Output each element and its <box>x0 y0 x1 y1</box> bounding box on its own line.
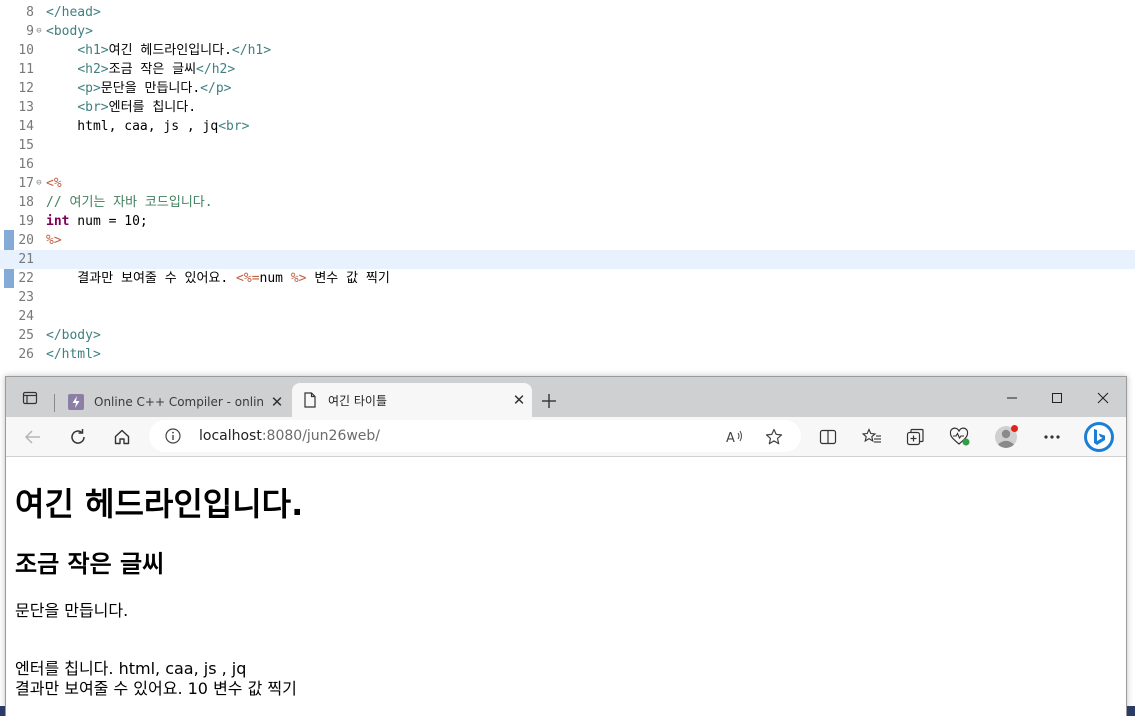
code-line[interactable]: 9 ⊖ <body> <box>0 22 1135 41</box>
fold-toggle-icon[interactable]: ⊖ <box>34 22 44 41</box>
code-line[interactable]: 10 <h1>여긴 헤드라인입니다.</h1> <box>0 41 1135 60</box>
url-host: localhost <box>199 428 262 444</box>
taskbar-edge <box>1127 706 1135 716</box>
code-line[interactable]: 15 <box>0 136 1135 155</box>
code-text: <h1>여긴 헤드라인입니다.</h1> <box>77 43 272 58</box>
url-path: :8080/jun26web/ <box>261 428 381 444</box>
more-options-icon[interactable] <box>1038 423 1066 451</box>
code-line[interactable]: 14 html, caa, js , jq<br> <box>0 117 1135 136</box>
code-line[interactable]: 16 <box>0 155 1135 174</box>
line-number: 18 <box>18 195 34 210</box>
code-text: </head> <box>46 5 101 20</box>
code-text: </body> <box>46 328 101 343</box>
code-text: html, caa, js , jq<br> <box>46 119 250 134</box>
line-number: 26 <box>18 347 34 362</box>
new-tab-button[interactable] <box>536 388 562 414</box>
page-heading-h2: 조금 작은 글씨 <box>15 550 165 578</box>
tab-actions-icon[interactable] <box>16 386 44 410</box>
code-text: int num = 10; <box>46 214 148 229</box>
document-icon <box>302 392 318 408</box>
line-number: 25 <box>18 328 34 343</box>
profile-avatar[interactable] <box>992 423 1020 451</box>
lightning-icon <box>68 393 84 410</box>
code-line[interactable]: 26 </html> <box>0 345 1135 364</box>
read-aloud-icon[interactable]: A <box>724 426 746 448</box>
tab-separator <box>54 394 55 412</box>
code-line[interactable]: 8 </head> <box>0 3 1135 22</box>
collections-icon[interactable] <box>902 423 930 451</box>
back-button[interactable] <box>18 422 48 452</box>
browser-essentials-icon[interactable] <box>946 423 974 451</box>
line-number: 11 <box>18 62 34 77</box>
tab-title: 여긴 타이틀 <box>328 393 388 408</box>
code-line[interactable]: 13 <br>엔터를 칩니다. <box>0 98 1135 117</box>
code-line[interactable]: 21 <box>0 250 1135 269</box>
line-number: 24 <box>18 309 34 324</box>
line-number: 20 <box>18 233 34 248</box>
line-number: 17 <box>18 176 34 191</box>
maximize-button[interactable] <box>1035 383 1079 413</box>
tab-current-page[interactable]: 여긴 타이틀 ✕ <box>292 383 532 417</box>
url-text[interactable]: localhost:8080/jun26web/ <box>199 427 380 445</box>
code-text: <br>엔터를 칩니다. <box>77 100 197 115</box>
line-number: 19 <box>18 214 34 229</box>
home-button[interactable] <box>107 422 137 452</box>
code-line[interactable]: 18 // 여기는 자바 코드입니다. <box>0 193 1135 212</box>
code-line[interactable]: 12 <p>문단을 만듭니다.</p> <box>0 79 1135 98</box>
code-text: <h2>조금 작은 글씨</h2> <box>77 62 236 77</box>
page-viewport: 여긴 헤드라인입니다. 조금 작은 글씨 문단을 만듭니다. 엔터를 칩니다. … <box>6 457 1126 716</box>
address-bar[interactable]: localhost:8080/jun26web/ A <box>149 420 801 452</box>
line-number: 12 <box>18 81 34 96</box>
code-line[interactable]: 23 <box>0 288 1135 307</box>
favorite-star-icon[interactable] <box>763 426 785 448</box>
code-line[interactable]: 17 ⊖ <% <box>0 174 1135 193</box>
code-text: <body> <box>46 24 93 39</box>
page-heading-h1: 여긴 헤드라인입니다. <box>15 485 304 523</box>
tab-online-compiler[interactable]: Online C++ Compiler - online ed ✕ <box>58 386 290 417</box>
line-number: 10 <box>18 43 34 58</box>
line-number: 9 <box>26 24 34 39</box>
page-paragraph: 문단을 만듭니다. <box>15 601 129 620</box>
code-text: // 여기는 자바 코드입니다. <box>46 195 213 210</box>
code-text: </html> <box>46 347 101 362</box>
code-editor[interactable]: 8 </head> 9 ⊖ <body> 10 <h1>여긴 헤드라인입니다.</h1> 1… <box>0 0 1135 376</box>
code-line[interactable]: 22 결과만 보여줄 수 있어요. <%=num %> 변수 값 찍기 <box>0 269 1135 288</box>
favorites-icon[interactable] <box>858 423 886 451</box>
line-number: 21 <box>18 252 34 267</box>
code-line[interactable]: 11 <h2>조금 작은 글씨</h2> <box>0 60 1135 79</box>
tab-title: Online C++ Compiler - online ed <box>94 394 264 409</box>
fold-toggle-icon[interactable]: ⊖ <box>34 174 44 193</box>
line-number: 22 <box>18 271 34 286</box>
line-number: 13 <box>18 100 34 115</box>
code-line[interactable]: 25 </body> <box>0 326 1135 345</box>
browser-window: Online C++ Compiler - online ed ✕ 여긴 타이틀… <box>5 376 1127 716</box>
taskbar-edge <box>0 706 5 716</box>
browser-toolbar: localhost:8080/jun26web/ A <box>6 417 1126 457</box>
info-icon[interactable] <box>165 428 181 444</box>
svg-text:A: A <box>726 431 735 446</box>
close-window-button[interactable] <box>1081 383 1125 413</box>
code-line[interactable]: 24 <box>0 307 1135 326</box>
code-text: <p>문단을 만듭니다.</p> <box>77 81 232 96</box>
code-line[interactable]: 19 int num = 10; <box>0 212 1135 231</box>
page-text-line: 결과만 보여줄 수 있어요. 10 변수 값 찍기 <box>15 679 297 698</box>
split-screen-icon[interactable] <box>814 423 842 451</box>
minimize-button[interactable] <box>990 383 1034 413</box>
line-number: 23 <box>18 290 34 305</box>
code-line[interactable]: 20 %> <box>0 231 1135 250</box>
close-icon[interactable]: ✕ <box>506 389 532 411</box>
tab-bar: Online C++ Compiler - online ed ✕ 여긴 타이틀… <box>6 377 1126 417</box>
code-text: %> <box>46 233 62 248</box>
code-text: 결과만 보여줄 수 있어요. <%=num %> 변수 값 찍기 <box>46 271 390 286</box>
line-number: 15 <box>18 138 34 153</box>
line-number: 16 <box>18 157 34 172</box>
copilot-icon[interactable] <box>1082 420 1116 454</box>
close-icon[interactable]: ✕ <box>264 391 290 413</box>
line-number: 8 <box>26 5 34 20</box>
code-text: <% <box>46 176 62 191</box>
refresh-button[interactable] <box>63 422 93 452</box>
line-number: 14 <box>18 119 34 134</box>
